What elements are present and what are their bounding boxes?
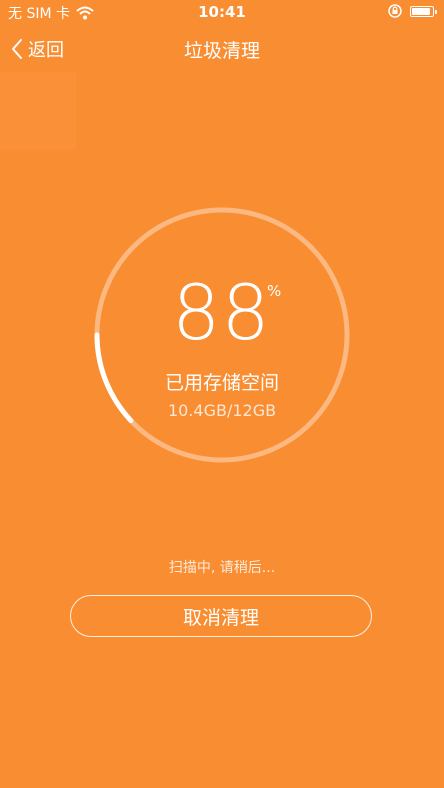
rotation-lock-icon [388,4,402,18]
battery-icon [410,5,437,17]
percent-value: 88 [172,268,271,357]
scan-status: 扫描中, 请稍后... [168,560,276,576]
storage-label: 已用存储空间 [164,372,279,394]
nav-bar: 返回 垃圾清理 [0,24,444,76]
percent-sign: % [267,282,282,300]
placeholder-square [0,72,76,150]
status-time: 10:41 [198,3,246,21]
storage-size: 10.4GB/12GB [167,401,277,420]
status-right [388,4,437,18]
status-bar: 无 SIM 卡 10:41 [0,0,444,24]
cancel-cleanup-button[interactable]: 取消清理 [70,595,372,637]
page-title: 垃圾清理 [183,40,260,62]
